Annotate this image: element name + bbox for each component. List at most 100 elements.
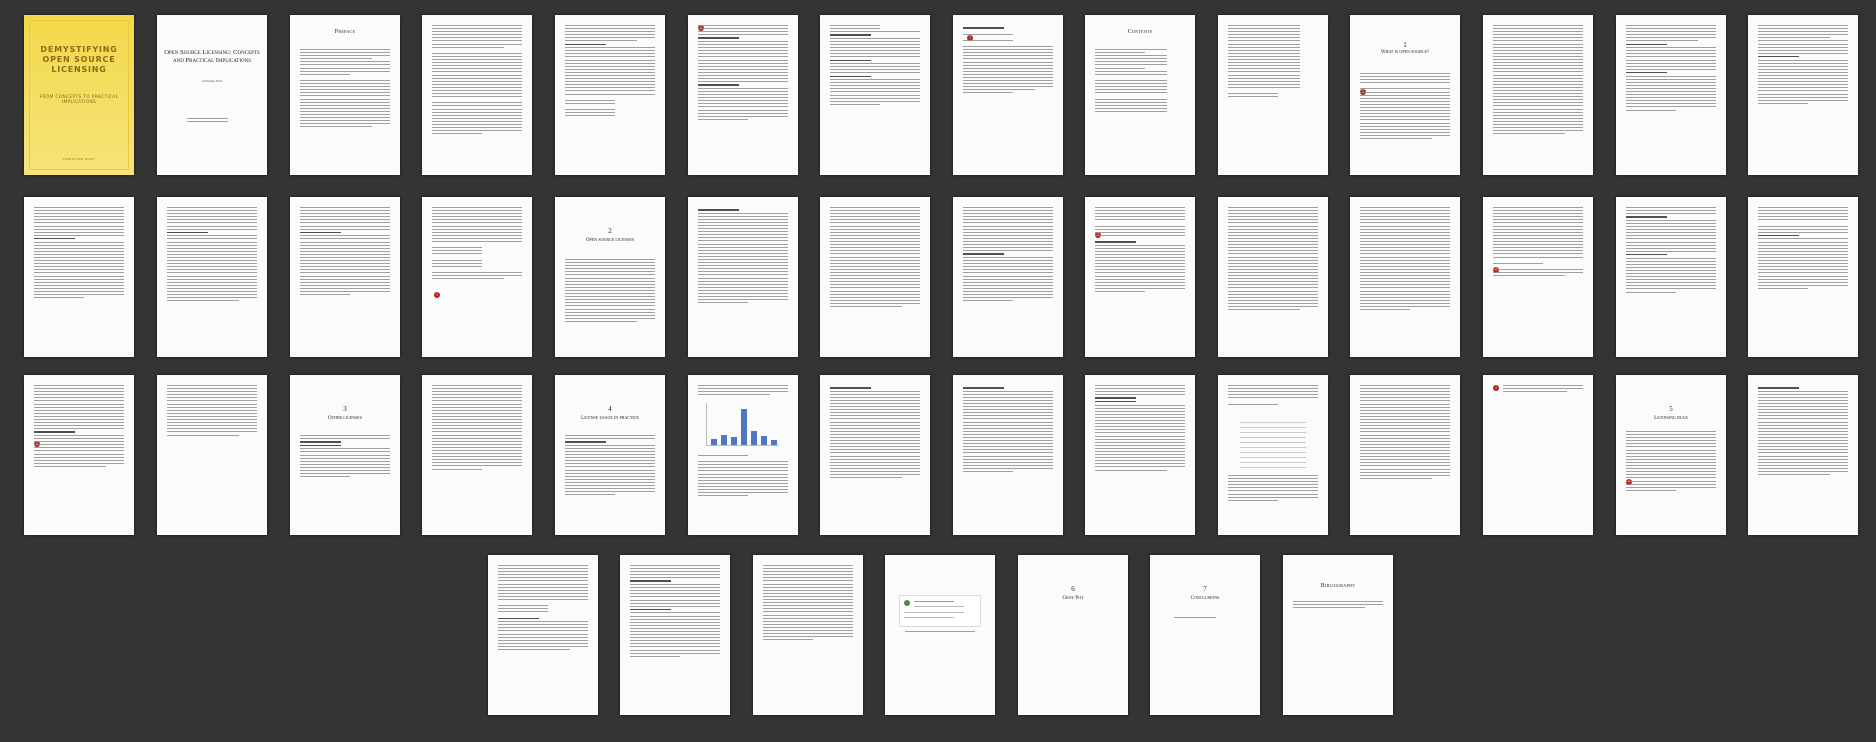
chapter-title: License usage in practice [581,416,639,421]
text-block [1758,385,1848,526]
text-block [1095,207,1185,348]
text-block [1360,385,1450,526]
page-thumb[interactable]: ! [1483,197,1593,357]
text-block [1503,385,1583,399]
page-thumb[interactable]: i [1483,375,1593,535]
page-thumb[interactable] [24,197,134,357]
info-icon: i [1493,385,1499,391]
page-thumb[interactable] [1350,375,1460,535]
page-thumb[interactable]: i [688,15,798,175]
page-thumb[interactable] [1483,15,1593,175]
text-block [763,565,853,706]
toc-block [1095,49,1185,166]
page-thumb-bibliography[interactable]: Bibliography [1283,555,1393,715]
page-thumb-cover[interactable]: DEMYSTIFYING OPEN SOURCE LICENSING FROM … [24,15,134,175]
page-thumb[interactable] [555,15,665,175]
text-block [698,385,788,399]
chapter-title: Gray Pot [1062,596,1084,601]
text-block [963,25,1053,166]
page-thumb[interactable] [953,197,1063,357]
page-thumb[interactable] [1350,197,1460,357]
text-block [300,435,390,526]
page-thumb[interactable] [290,197,400,357]
text-block [1360,73,1450,166]
page-thumb[interactable] [953,375,1063,535]
page-thumb[interactable] [1616,197,1726,357]
toc-block [1228,25,1318,166]
page-thumb-table[interactable] [1218,375,1328,535]
text-block [1626,431,1716,526]
text-block [1174,617,1250,620]
page-thumb[interactable]: i [422,197,532,357]
page-thumb[interactable] [422,375,532,535]
text-block [1626,25,1716,166]
text-block [1758,207,1848,348]
chapter-title: Conclusions [1190,596,1220,601]
page-thumb-chapter-4[interactable]: 4 License usage in practice [555,375,665,535]
text-block [300,207,390,348]
text-block [1493,207,1583,348]
page-thumb[interactable] [1748,375,1858,535]
page-thumb[interactable] [620,555,730,715]
chapter-title: Open source licenses [585,238,635,243]
page-thumb[interactable] [820,197,930,357]
page-thumb-chart[interactable] [688,375,798,535]
page-thumb-chapter-5[interactable]: 5 Licensing bugs ! [1616,375,1726,535]
page-thumb-screenshot[interactable] [885,555,995,715]
chart-bar [731,437,737,445]
cover-subtitle: FROM CONCEPTS TO PRACTICAL IMPLICATIONS [39,95,119,105]
chapter-number: 7 [1203,585,1207,593]
bar-chart-figure [706,403,779,446]
page-thumb-chapter-2[interactable]: 2 Open source licenses [555,197,665,357]
chart-bar [771,440,777,445]
title-page-meta [187,118,261,124]
chapter-number: 4 [608,405,612,413]
text-block [963,207,1053,348]
page-thumb[interactable] [820,375,930,535]
chart-bar [721,435,727,445]
contents-heading: Contents [1127,29,1153,35]
text-block [1228,475,1318,526]
text-block [963,385,1053,526]
avatar [904,600,910,606]
text-block [1493,25,1583,166]
page-thumb[interactable] [820,15,930,175]
text-block [830,25,920,166]
page-thumb[interactable] [688,197,798,357]
page-thumb[interactable] [422,15,532,175]
page-thumb-preface[interactable]: Preface [290,15,400,175]
page-thumb-chapter-6[interactable]: 6 Gray Pot [1018,555,1128,715]
text-block [1293,601,1383,706]
page-thumb[interactable]: ! [953,15,1063,175]
chart-bar [741,409,747,445]
page-thumb-contents[interactable]: Contents [1085,15,1195,175]
screenshot-figure [899,595,981,627]
text-block [1228,385,1318,411]
page-thumb[interactable] [488,555,598,715]
text-block [1360,207,1450,348]
text-block [565,25,655,166]
page-thumb[interactable] [157,197,267,357]
page-thumb[interactable]: ! [24,375,134,535]
chapter-number: 3 [343,405,347,413]
page-thumb[interactable]: ! [1085,197,1195,357]
page-thumb-chapter-7[interactable]: 7 Conclusions [1150,555,1260,715]
caption [905,631,975,634]
text-block [698,207,788,348]
page-thumb-title[interactable]: Open Source Licensing: Concepts and Prac… [157,15,267,175]
page-thumb[interactable] [1218,197,1328,357]
page-thumb-toc[interactable] [1218,15,1328,175]
text-block [698,455,788,526]
page-thumb[interactable] [157,375,267,535]
page-thumb[interactable] [753,555,863,715]
text-block [167,207,257,348]
text-block [498,565,588,706]
page-thumb-chapter-3[interactable]: 3 Other licenses [290,375,400,535]
page-thumb[interactable] [1748,197,1858,357]
page-thumb[interactable] [1616,15,1726,175]
page-thumb[interactable] [1748,15,1858,175]
chapter-number: 5 [1669,405,1673,413]
chapter-title: What is open source? [1380,50,1430,55]
page-thumb-chapter-1[interactable]: 1 What is open source? ! [1350,15,1460,175]
page-thumb[interactable] [1085,375,1195,535]
